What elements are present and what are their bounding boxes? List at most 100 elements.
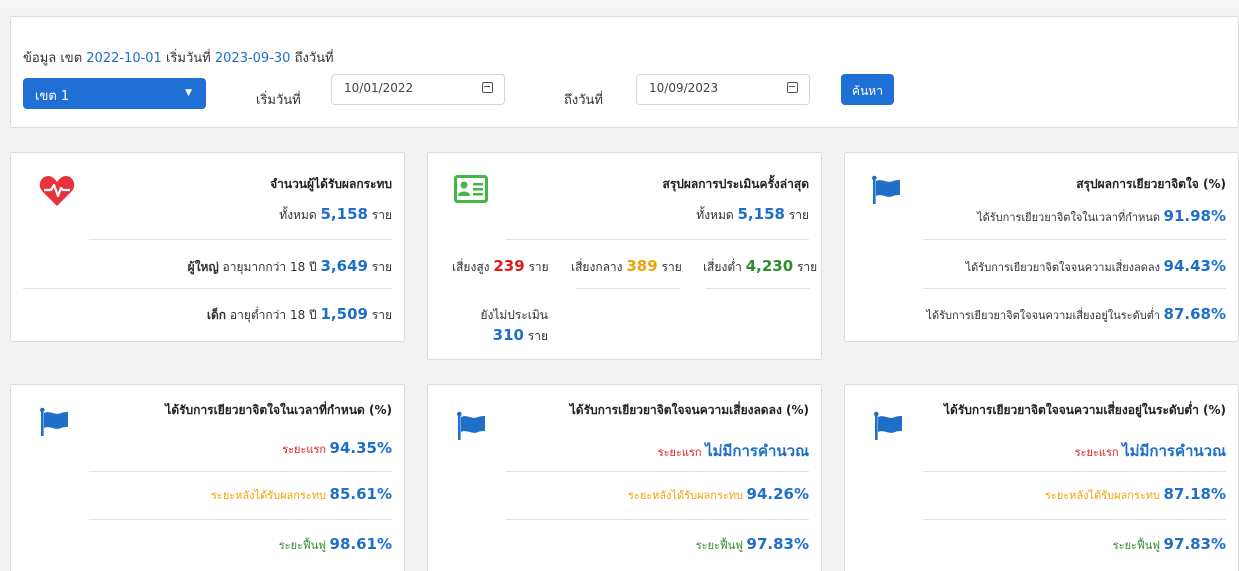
divider: [23, 288, 392, 289]
phase2-label: ระยะหลังได้รับผลกระทบ: [211, 489, 327, 502]
start-date-label: เริ่มวันที่: [256, 93, 301, 108]
risk-low-value: 4,230: [745, 257, 794, 275]
summary-mid: เริ่มวันที่: [165, 51, 211, 66]
phase2-label: ระยะหลังได้รับผลกระทบ: [628, 489, 744, 502]
adult-value: 3,649: [320, 257, 368, 275]
phase2-value: 87.18%: [1163, 485, 1226, 503]
end-date-value: 10/09/2023: [649, 81, 719, 95]
risk-mid: เสี่ยงกลาง 389 ราย: [571, 257, 682, 277]
divider: [576, 288, 680, 289]
divider: [89, 519, 392, 520]
phase3-label: ระยะฟื้นฟู: [695, 539, 744, 552]
phase-row-3: ระยะฟื้นฟู 97.83%: [696, 535, 809, 554]
unit-label: ราย: [528, 260, 549, 274]
divider: [923, 239, 1226, 240]
child-desc: อายุต่ำกว่า 18 ปี: [229, 308, 317, 322]
phase-row-2: ระยะหลังได้รับผลกระทบ 94.26%: [628, 485, 809, 504]
phase2-label: ระยะหลังได้รับผลกระทบ: [1045, 489, 1161, 502]
card-affected: จำนวนผู้ได้รับผลกระทบ ทั้งหมด 5,158 ราย …: [10, 152, 405, 342]
adult-desc: อายุมากกว่า 18 ปี: [222, 260, 317, 274]
card-title: สรุปผลการเยียวยาจิตใจ (%): [1076, 177, 1226, 191]
region-select[interactable]: เขต 1 ▼: [23, 78, 206, 109]
phase3-label: ระยะฟื้นฟู: [1112, 539, 1161, 552]
start-date-value: 10/01/2022: [344, 81, 414, 95]
phase3-value: 98.61%: [329, 535, 392, 553]
flag-icon: [872, 175, 900, 204]
total-label: ทั้งหมด: [696, 208, 734, 222]
card-title: จำนวนผู้ได้รับผลกระทบ: [270, 177, 392, 191]
risk-high: เสี่ยงสูง 239 ราย: [452, 257, 549, 277]
card-title: ได้รับการเยียวยาจิตใจจนความเสี่ยงอยู่ในร…: [944, 403, 1226, 417]
total-row: ทั้งหมด 5,158 ราย: [696, 205, 809, 225]
phase1-value: 94.35%: [329, 439, 392, 457]
phase-row-1: ระยะแรก ไม่มีการคำนวณ: [1075, 439, 1226, 463]
not-assessed-value: 310: [492, 326, 524, 344]
phase-row-2: ระยะหลังได้รับผลกระทบ 87.18%: [1045, 485, 1226, 504]
card-ontime: ได้รับการเยียวยาจิตใจในเวลาที่กำหนด (%) …: [10, 384, 405, 571]
divider: [923, 519, 1226, 520]
healing-label-2: ได้รับการเยียวยาจิตใจจนความเสี่ยงลดลง: [965, 261, 1161, 274]
phase2-value: 94.26%: [746, 485, 809, 503]
phase3-value: 97.83%: [746, 535, 809, 553]
phase2-value: 85.61%: [329, 485, 392, 503]
card-low-risk: ได้รับการเยียวยาจิตใจจนความเสี่ยงอยู่ในร…: [844, 384, 1239, 571]
card-reduced: ได้รับการเยียวยาจิตใจจนความเสี่ยงลดลง (%…: [427, 384, 822, 571]
risk-high-label: เสี่ยงสูง: [452, 260, 490, 274]
not-assessed-label: ยังไม่ประเมิน: [480, 308, 548, 322]
child-label: เด็ก: [206, 308, 227, 322]
unit-label: ราย: [371, 260, 392, 274]
region-select-value: เขต 1: [35, 89, 70, 104]
summary-date-from: 2022-10-01: [86, 51, 162, 66]
calendar-icon[interactable]: [787, 82, 798, 93]
phase1-label: ระยะแรก: [1074, 446, 1119, 459]
healing-row-1: ได้รับการเยียวยาจิตใจในเวลาที่กำหนด 91.9…: [977, 207, 1226, 226]
divider: [506, 471, 809, 472]
phase1-value: ไม่มีการคำนวณ: [705, 442, 809, 460]
start-date-input[interactable]: 10/01/2022: [331, 74, 505, 105]
top-strip: [0, 0, 1239, 8]
chevron-down-icon: ▼: [185, 88, 192, 98]
not-assessed: ยังไม่ประเมิน 310 ราย: [456, 305, 548, 346]
summary-suffix: ถึงวันที่: [294, 51, 334, 66]
risk-low-label: เสี่ยงต่ำ: [703, 260, 742, 274]
end-date-input[interactable]: 10/09/2023: [636, 74, 810, 105]
card-title: สรุปผลการประเมินครั้งล่าสุด: [662, 177, 809, 191]
card-healing-summary: สรุปผลการเยียวยาจิตใจ (%) ได้รับการเยียว…: [844, 152, 1239, 342]
risk-mid-label: เสี่ยงกลาง: [571, 260, 623, 274]
flag-icon: [874, 411, 902, 440]
divider: [923, 471, 1226, 472]
phase3-value: 97.83%: [1163, 535, 1226, 553]
child-row: เด็ก อายุต่ำกว่า 18 ปี 1,509 ราย: [207, 305, 392, 325]
search-button[interactable]: ค้นหา: [841, 74, 894, 105]
healing-label-1: ได้รับการเยียวยาจิตใจในเวลาที่กำหนด: [977, 211, 1161, 224]
risk-mid-value: 389: [626, 257, 658, 275]
total-label: ทั้งหมด: [279, 208, 317, 222]
healing-value-1: 91.98%: [1163, 207, 1226, 225]
child-value: 1,509: [320, 305, 368, 323]
adult-row: ผู้ใหญ่ อายุมากกว่า 18 ปี 3,649 ราย: [188, 257, 392, 277]
unit-label: ราย: [527, 329, 548, 343]
risk-high-value: 239: [493, 257, 525, 275]
phase-row-3: ระยะฟื้นฟู 97.83%: [1113, 535, 1226, 554]
healing-value-2: 94.43%: [1163, 257, 1226, 275]
end-date-label: ถึงวันที่: [564, 93, 603, 108]
phase-row-1: ระยะแรก ไม่มีการคำนวณ: [658, 439, 809, 463]
filter-panel: ข้อมูล เขต 2022-10-01 เริ่มวันที่ 2023-0…: [10, 16, 1239, 128]
summary-prefix: ข้อมูล เขต: [23, 51, 83, 66]
risk-low: เสี่ยงต่ำ 4,230 ราย: [703, 257, 817, 277]
total-value: 5,158: [320, 205, 368, 223]
unit-label: ราย: [371, 208, 392, 222]
divider: [506, 519, 809, 520]
total-row: ทั้งหมด 5,158 ราย: [279, 205, 392, 225]
id-card-icon: [454, 175, 488, 203]
divider: [706, 288, 810, 289]
healing-row-2: ได้รับการเยียวยาจิตใจจนความเสี่ยงลดลง 94…: [966, 257, 1226, 276]
calendar-icon[interactable]: [482, 82, 493, 93]
divider: [506, 239, 809, 240]
divider: [89, 239, 392, 240]
summary-date-to: 2023-09-30: [214, 51, 291, 66]
total-value: 5,158: [737, 205, 785, 223]
healing-row-3: ได้รับการเยียวยาจิตใจจนความเสี่ยงอยู่ในร…: [926, 305, 1226, 324]
phase1-label: ระยะแรก: [282, 443, 327, 456]
heart-pulse-icon: [39, 176, 75, 206]
